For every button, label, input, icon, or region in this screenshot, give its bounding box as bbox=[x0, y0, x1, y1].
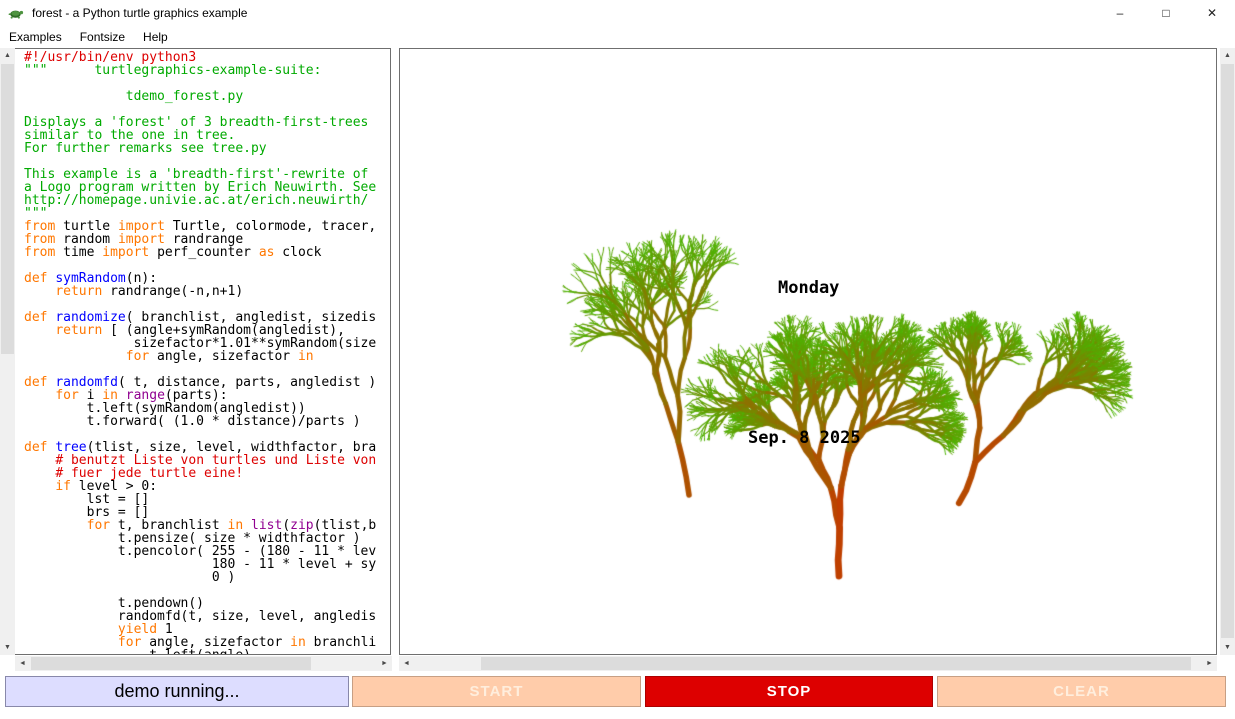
start-button[interactable]: START bbox=[352, 676, 641, 707]
canvas-vertical-scrollbar[interactable]: ▲ ▼ bbox=[1220, 48, 1235, 655]
code-line: return randrange(-n,n+1) bbox=[24, 285, 390, 298]
canvas-horizontal-scrollbar[interactable]: ◄ ► bbox=[399, 656, 1217, 671]
code-line: for angle, sizefactor in bbox=[24, 350, 390, 363]
code-line: 0 ) bbox=[24, 571, 390, 584]
code-text[interactable]: #!/usr/bin/env python3""" turtlegraphics… bbox=[15, 48, 391, 655]
canvas-text-monday: Monday bbox=[778, 278, 839, 298]
canvas-text-date: Sep. 8 2025 bbox=[748, 428, 861, 448]
scroll-up-icon[interactable]: ▲ bbox=[1220, 48, 1235, 63]
turtle-app-icon bbox=[8, 5, 24, 21]
window-titlebar: forest - a Python turtle graphics exampl… bbox=[0, 0, 1235, 26]
code-vscroll-thumb[interactable] bbox=[1, 64, 14, 354]
stop-button[interactable]: STOP bbox=[645, 676, 933, 707]
clear-button[interactable]: CLEAR bbox=[937, 676, 1226, 707]
code-line: tdemo_forest.py bbox=[24, 90, 390, 103]
close-button[interactable]: ✕ bbox=[1189, 0, 1235, 26]
scroll-down-icon[interactable]: ▼ bbox=[0, 640, 15, 655]
window-controls: – □ ✕ bbox=[1097, 0, 1235, 26]
menu-examples[interactable]: Examples bbox=[0, 27, 71, 47]
window-title: forest - a Python turtle graphics exampl… bbox=[32, 6, 247, 20]
code-line: from time import perf_counter as clock bbox=[24, 246, 390, 259]
canvas-hscroll-thumb[interactable] bbox=[481, 657, 1191, 670]
scroll-left-icon[interactable]: ◄ bbox=[399, 656, 414, 671]
bottom-bar: demo running... START STOP CLEAR bbox=[0, 672, 1235, 719]
canvas-vscroll-thumb[interactable] bbox=[1221, 64, 1234, 638]
code-horizontal-scrollbar[interactable]: ◄ ► bbox=[15, 656, 392, 671]
code-line: """ turtlegraphics-example-suite: bbox=[24, 64, 390, 77]
scroll-right-icon[interactable]: ► bbox=[1202, 656, 1217, 671]
scroll-up-icon[interactable]: ▲ bbox=[0, 48, 15, 63]
code-line: For further remarks see tree.py bbox=[24, 142, 390, 155]
scroll-left-icon[interactable]: ◄ bbox=[15, 656, 30, 671]
menubar: Examples Fontsize Help bbox=[0, 26, 1235, 48]
scroll-right-icon[interactable]: ► bbox=[377, 656, 392, 671]
code-line: http://homepage.univie.ac.at/erich.neuwi… bbox=[24, 194, 390, 207]
minimize-button[interactable]: – bbox=[1097, 0, 1143, 26]
code-vertical-scrollbar[interactable]: ▲ ▼ bbox=[0, 48, 15, 655]
scroll-down-icon[interactable]: ▼ bbox=[1220, 640, 1235, 655]
code-line: t.forward( (1.0 * distance)/parts ) bbox=[24, 415, 390, 428]
turtle-canvas bbox=[400, 49, 1216, 654]
graphics-pane: Monday Sep. 8 2025 bbox=[399, 48, 1217, 655]
menu-help[interactable]: Help bbox=[134, 27, 177, 47]
turtledemo-window: forest - a Python turtle graphics exampl… bbox=[0, 0, 1235, 719]
status-field: demo running... bbox=[5, 676, 349, 707]
code-hscroll-thumb[interactable] bbox=[31, 657, 311, 670]
maximize-button[interactable]: □ bbox=[1143, 0, 1189, 26]
menu-fontsize[interactable]: Fontsize bbox=[71, 27, 134, 47]
